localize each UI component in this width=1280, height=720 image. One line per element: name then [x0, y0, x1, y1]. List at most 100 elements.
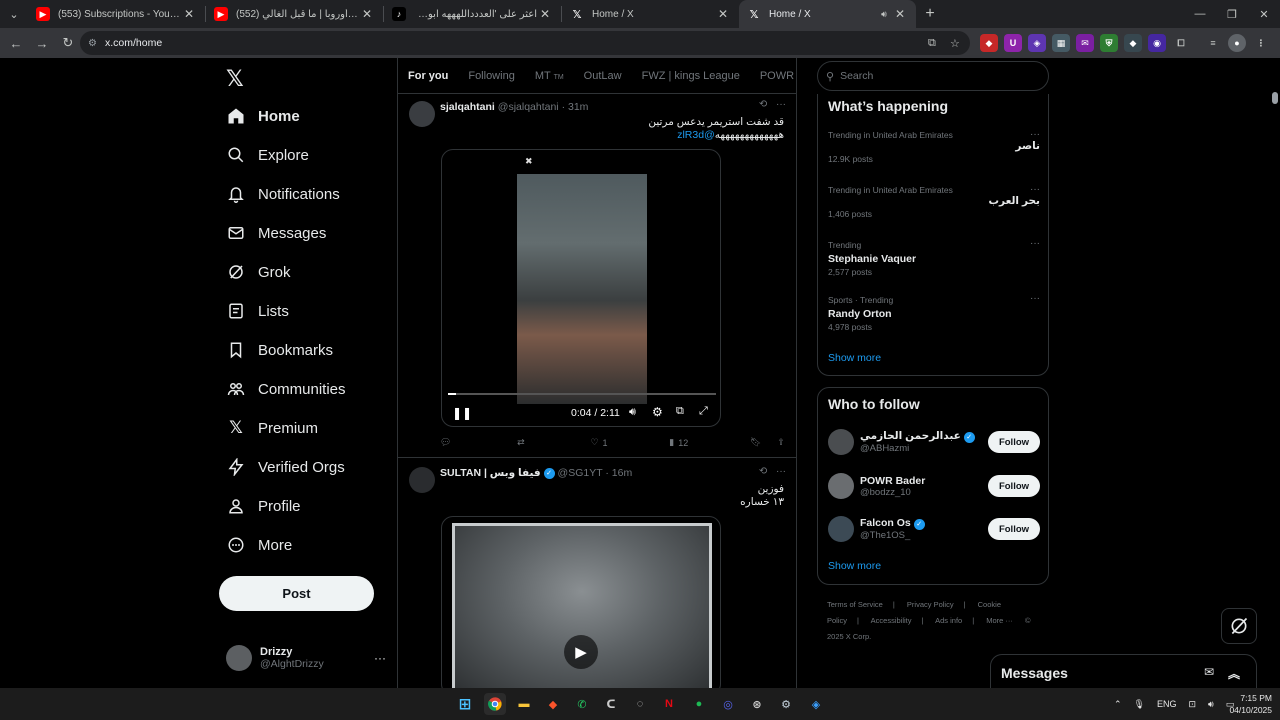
- app-icon[interactable]: ◈: [805, 693, 827, 715]
- close-tab-icon[interactable]: ✕: [715, 7, 731, 21]
- bookmark-button[interactable]: 🔖︎ ⇪: [750, 437, 785, 448]
- windows-start-icon[interactable]: ⊞: [454, 693, 476, 715]
- views-button[interactable]: ▮ 12: [669, 437, 688, 448]
- author-name[interactable]: sjalqahtani: [440, 101, 495, 113]
- minimize-icon[interactable]: —: [1184, 0, 1216, 28]
- trend-item[interactable]: Trending in United Arab Emirates بحر الع…: [828, 184, 1040, 219]
- browser-tab[interactable]: ▶ (552) سفرة أوروبا | ما قبل الغالي ✕: [206, 0, 383, 28]
- page-scrollbar[interactable]: [1270, 58, 1280, 688]
- like-button[interactable]: ♡ 1: [590, 437, 607, 448]
- extension-icon[interactable]: ✉: [1076, 34, 1094, 52]
- video-player[interactable]: ▶: [441, 516, 721, 688]
- whatsapp-icon[interactable]: ✆: [571, 693, 593, 715]
- share-icon[interactable]: ⇪: [777, 437, 785, 448]
- browser-tab[interactable]: ♪ اعثر على 'العددداللهههه ابوعقله' ✕: [384, 0, 561, 28]
- netflix-icon[interactable]: N: [658, 693, 680, 715]
- messages-drawer[interactable]: Messages ✉ ︽: [990, 654, 1257, 688]
- address-bar[interactable]: ⚙ x.com/home ⧉ ☆: [80, 31, 970, 55]
- play-icon[interactable]: ▶: [564, 635, 598, 669]
- forward-arrow-icon[interactable]: →: [30, 31, 54, 55]
- x-logo-icon[interactable]: 𝕏: [226, 66, 244, 92]
- tab-fwz-kings-league[interactable]: FWZ | kings League: [642, 70, 740, 82]
- extension-icon[interactable]: U: [1004, 34, 1022, 52]
- shield-icon[interactable]: ◈: [1028, 34, 1046, 52]
- reload-icon[interactable]: ↻: [56, 31, 80, 55]
- microphone-icon[interactable]: 🎙︎: [1134, 699, 1145, 710]
- tab-mt[interactable]: MT TM: [535, 70, 564, 82]
- nav-explore[interactable]: Explore: [226, 140, 309, 170]
- nav-grok[interactable]: Grok: [226, 257, 291, 287]
- profile-avatar-icon[interactable]: ●: [1228, 34, 1246, 52]
- close-tab-icon[interactable]: ✕: [359, 7, 375, 21]
- trend-item[interactable]: Trending Stephanie Vaquer 2,577 posts ··…: [828, 238, 1040, 277]
- tweet-time[interactable]: · 31m: [562, 101, 589, 113]
- back-arrow-icon[interactable]: ←: [4, 31, 28, 55]
- shield-icon[interactable]: ⛨: [1100, 34, 1118, 52]
- nav-communities[interactable]: Communities: [226, 374, 346, 404]
- grok-floating-button[interactable]: [1221, 608, 1257, 644]
- show-more-link[interactable]: Show more: [828, 352, 881, 364]
- nav-premium[interactable]: 𝕏 Premium: [226, 413, 318, 443]
- app-icon[interactable]: ᑕ: [600, 693, 622, 715]
- follow-button[interactable]: Follow: [988, 431, 1040, 453]
- more-dots-icon[interactable]: ···: [1030, 293, 1040, 304]
- trend-item[interactable]: Trending in United Arab Emirates ناصر 12…: [828, 129, 1040, 164]
- tweet-time[interactable]: · 16m: [605, 467, 632, 479]
- mention-link[interactable]: @zlR3d: [677, 129, 715, 141]
- tweet[interactable]: SULTAN | فيفا وبس ✓ @SG1YT · 16m ⟲ ··· ف…: [398, 459, 796, 688]
- show-more-link[interactable]: Show more: [828, 560, 881, 572]
- author-handle[interactable]: @SG1YT: [558, 467, 603, 479]
- post-button[interactable]: Post: [219, 576, 374, 611]
- new-message-icon[interactable]: ✉: [1204, 665, 1214, 679]
- avatar[interactable]: [409, 467, 435, 493]
- video-progress-track[interactable]: [448, 393, 716, 395]
- app-icon[interactable]: ◌: [629, 693, 651, 715]
- media-control-icon[interactable]: ≡: [1204, 34, 1222, 52]
- spotify-icon[interactable]: ●: [688, 693, 710, 715]
- account-switcher[interactable]: Drizzy @AlghtDrizzy ···: [226, 642, 386, 674]
- reply-button[interactable]: 💬︎: [440, 437, 455, 448]
- tab-powr[interactable]: POWR | ور: [760, 69, 796, 82]
- search-input[interactable]: ⚲ Search: [817, 61, 1049, 91]
- tab-search-button[interactable]: ⌄: [0, 0, 28, 28]
- settings-gear-icon[interactable]: ⚙: [652, 405, 663, 419]
- nav-home[interactable]: Home: [226, 101, 300, 131]
- nav-more[interactable]: More: [226, 530, 292, 560]
- video-player[interactable]: ✖ ❚❚ 0:04 / 2:11 🔊︎ ⚙ ⧉ ⤢: [441, 149, 721, 427]
- footer-link[interactable]: Privacy Policy: [907, 600, 954, 609]
- follow-suggestion[interactable]: POWR Bader @bodzz_10 Follow: [828, 471, 1040, 501]
- follow-suggestion[interactable]: عبدالرحمن الحازمي ✓ @ABHazmi Follow: [828, 427, 1040, 457]
- brave-icon[interactable]: ◆: [542, 693, 564, 715]
- eye-icon[interactable]: ◉: [1148, 34, 1166, 52]
- grok-icon[interactable]: ⟲: [759, 99, 767, 110]
- nav-lists[interactable]: Lists: [226, 296, 289, 326]
- nav-bookmarks[interactable]: Bookmarks: [226, 335, 333, 365]
- more-dots-icon[interactable]: ···: [776, 466, 786, 477]
- nav-profile[interactable]: Profile: [226, 491, 301, 521]
- network-icon[interactable]: ⊡: [1189, 699, 1197, 710]
- avatar[interactable]: [409, 101, 435, 127]
- close-window-icon[interactable]: ✕: [1248, 0, 1280, 28]
- nav-verified-orgs[interactable]: Verified Orgs: [226, 452, 345, 482]
- close-tab-icon[interactable]: ✕: [181, 7, 197, 21]
- extension-icon[interactable]: ◆: [1124, 34, 1142, 52]
- tweet[interactable]: sjalqahtani @sjalqahtani · 31m ⟲ ··· قد …: [398, 94, 796, 458]
- install-app-icon[interactable]: ⧉: [928, 37, 936, 50]
- app-icon[interactable]: ⊛: [746, 693, 768, 715]
- chrome-icon[interactable]: [484, 693, 506, 715]
- fullscreen-icon[interactable]: ⤢: [699, 405, 708, 418]
- file-explorer-icon[interactable]: ▬: [513, 693, 535, 715]
- site-info-icon[interactable]: ⚙: [88, 38, 97, 49]
- trend-item[interactable]: Sports · Trending Randy Orton 4,978 post…: [828, 293, 1040, 332]
- follow-button[interactable]: Follow: [988, 475, 1040, 497]
- grok-icon[interactable]: ⟲: [759, 466, 767, 477]
- more-dots-icon[interactable]: ···: [374, 651, 386, 665]
- menu-kebab-icon[interactable]: ⋮: [1252, 34, 1270, 52]
- more-dots-icon[interactable]: ···: [1030, 184, 1040, 195]
- browser-tab[interactable]: ▶ (553) Subscriptions - YouTube ✕: [28, 0, 205, 28]
- scrollbar-thumb[interactable]: [1272, 92, 1278, 104]
- picture-in-picture-icon[interactable]: ⧉: [676, 405, 684, 418]
- puzzle-icon[interactable]: ⧠: [1172, 34, 1190, 52]
- extension-icon[interactable]: ▦: [1052, 34, 1070, 52]
- footer-link[interactable]: Accessibility: [871, 616, 912, 625]
